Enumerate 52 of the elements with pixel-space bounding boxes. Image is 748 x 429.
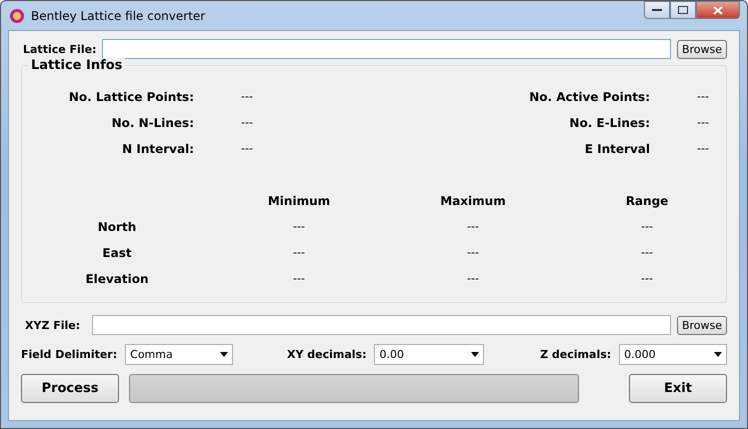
minimize-icon <box>652 8 662 12</box>
column-header: Range <box>624 194 670 208</box>
info-label: E Interval <box>584 142 650 156</box>
table-cell-text: --- <box>640 220 654 234</box>
info-label: No. Lattice Points: <box>68 90 194 104</box>
row-label: East <box>101 246 133 260</box>
table-cell-text: --- <box>292 246 306 260</box>
caret-icon <box>471 352 480 357</box>
process-button[interactable]: Process <box>21 374 119 403</box>
xyz-file-field[interactable] <box>92 315 671 335</box>
dropdown[interactable]: 0.000 <box>619 344 727 365</box>
close-icon <box>713 6 723 14</box>
minimize-button[interactable] <box>644 1 670 19</box>
xyz-file-label: XYZ File: <box>25 318 80 332</box>
info-value: --- <box>240 90 254 104</box>
dropdown[interactable]: 0.00 <box>374 344 484 365</box>
table-cell-text: --- <box>292 220 306 234</box>
lattice-file-field[interactable] <box>102 39 671 59</box>
exit-button[interactable]: Exit <box>629 374 727 403</box>
table-cell-text: --- <box>292 272 306 286</box>
maximize-icon <box>678 6 688 14</box>
info-label: No. N-Lines: <box>110 116 194 130</box>
info-value: --- <box>240 116 254 130</box>
browse-button[interactable]: Browse <box>676 40 727 58</box>
close-button[interactable] <box>696 1 740 19</box>
info-value: --- <box>696 116 710 130</box>
row-label: North <box>96 220 138 234</box>
option-label: Field Delimiter: <box>21 348 118 361</box>
table-cell-text: --- <box>466 220 480 234</box>
maximize-button[interactable] <box>670 1 696 19</box>
column-header: Minimum <box>266 194 332 208</box>
caret-icon <box>220 352 228 357</box>
info-label: No. E-Lines: <box>568 116 650 130</box>
info-label: N Interval: <box>121 142 194 156</box>
info-label: No. Active Points: <box>528 90 650 104</box>
table-cell-text: --- <box>466 272 480 286</box>
browse-button[interactable]: Browse <box>676 316 727 334</box>
option-label: Z decimals: <box>540 348 612 361</box>
window-title: Bentley Lattice file converter <box>31 8 206 22</box>
column-header: Maximum <box>439 194 507 208</box>
info-value: --- <box>696 142 710 156</box>
lattice-file-label: Lattice File: <box>23 42 96 56</box>
option-label: XY decimals: <box>286 348 366 361</box>
row-label: Elevation <box>84 272 150 286</box>
table-cell-text: --- <box>640 246 654 260</box>
caret-icon <box>714 352 722 357</box>
info-value: --- <box>696 90 710 104</box>
app-icon <box>9 8 25 24</box>
table-cell-text: --- <box>466 246 480 260</box>
table-cell-text: --- <box>640 272 654 286</box>
info-value: --- <box>240 142 254 156</box>
dropdown[interactable]: Comma <box>125 344 233 365</box>
